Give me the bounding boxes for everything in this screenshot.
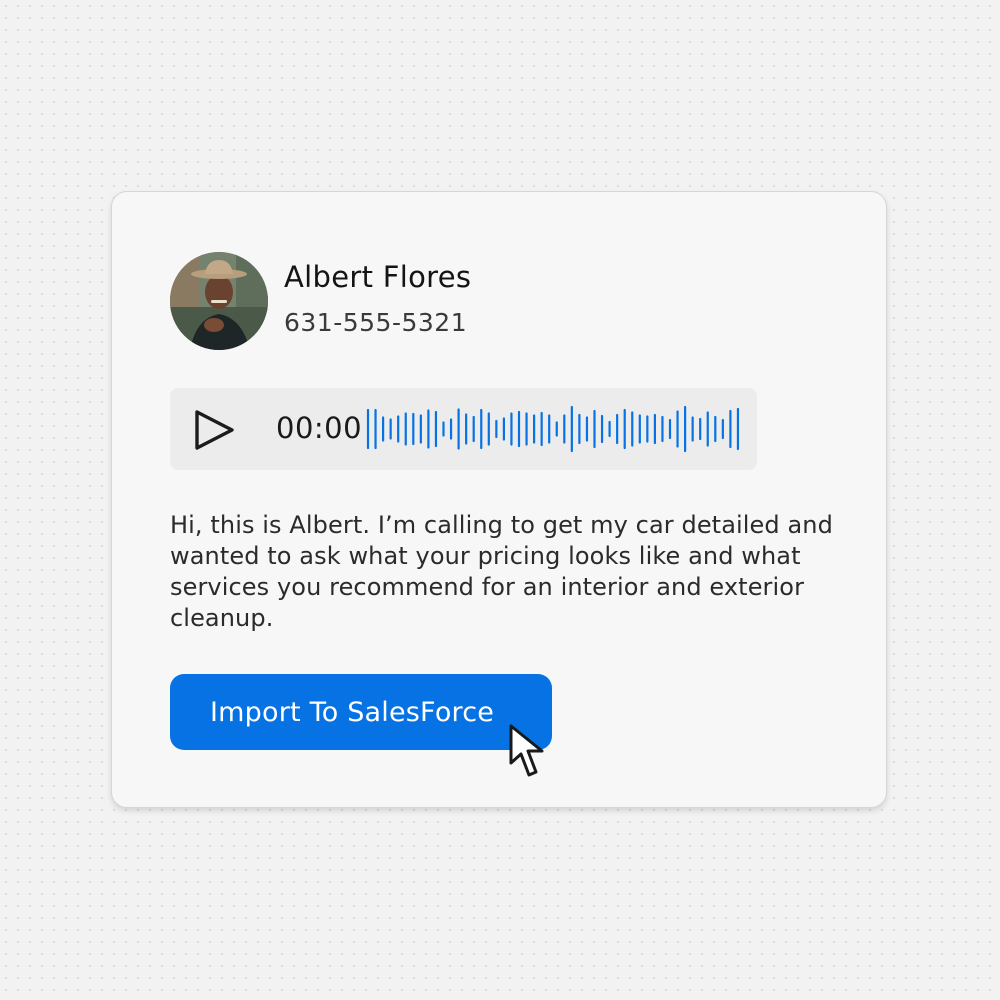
contact-phone: 631-555-5321 bbox=[284, 308, 468, 337]
playback-time: 00:00 bbox=[276, 411, 363, 445]
contact-name: Albert Flores bbox=[284, 260, 472, 294]
audio-waveform[interactable] bbox=[366, 402, 746, 456]
import-to-salesforce-button[interactable]: Import To SalesForce bbox=[170, 674, 552, 750]
voicemail-transcript: Hi, this is Albert. I’m calling to get m… bbox=[170, 511, 833, 632]
voicemail-card: Albert Flores 631-555-5321 00:00 Hi, thi… bbox=[111, 191, 887, 808]
avatar bbox=[170, 252, 268, 350]
pointer-cursor-icon bbox=[509, 724, 544, 777]
audio-player: 00:00 bbox=[170, 388, 757, 470]
play-icon[interactable] bbox=[188, 405, 238, 455]
